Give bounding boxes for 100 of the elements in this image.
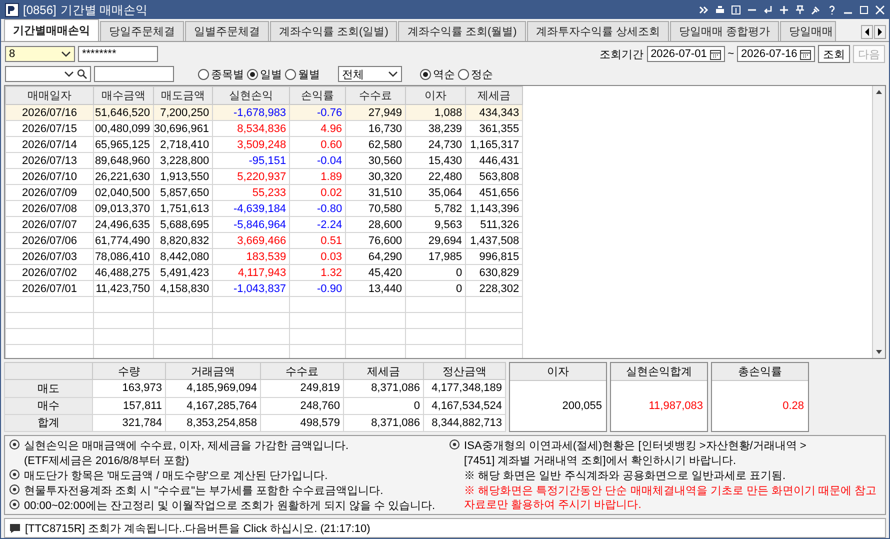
column-header: 수수료 <box>260 362 344 380</box>
row-header: 매수 <box>4 397 92 414</box>
maximize-icon[interactable] <box>859 5 869 15</box>
table-cell: 511,326 <box>466 216 523 232</box>
table-cell: 5,688,695 <box>154 216 213 232</box>
stock-search-field[interactable] <box>5 66 91 82</box>
table-cell[interactable]: 2026/07/16 <box>6 104 94 120</box>
table-cell: 630,829 <box>466 264 523 280</box>
radio-button[interactable] <box>247 68 258 80</box>
table-cell[interactable]: 2026/07/13 <box>6 152 94 168</box>
table-cell[interactable]: 2026/07/15 <box>6 120 94 136</box>
table-cell: 0 <box>406 264 466 280</box>
column-header[interactable]: 수수료 <box>346 86 406 104</box>
table-cell: -0.80 <box>290 200 346 216</box>
account-field[interactable]: 8 <box>5 46 75 62</box>
table-cell[interactable]: 2026/07/09 <box>6 184 94 200</box>
table-cell: 0 <box>344 397 424 414</box>
column-header[interactable]: 제세금 <box>466 86 523 104</box>
table-cell: 9,563 <box>406 216 466 232</box>
radio-button[interactable] <box>458 68 469 80</box>
table-cell: 163,973 <box>92 380 166 397</box>
table-cell: 4,167,534,524 <box>424 397 506 414</box>
table-cell: 1,165,317 <box>466 136 523 152</box>
type-dropdown[interactable]: 전체 <box>338 66 402 82</box>
end-date-field[interactable]: 2026-07-16 <box>737 46 815 62</box>
table-cell: 4,177,348,189 <box>424 380 506 397</box>
table-cell[interactable]: 2026/07/02 <box>6 264 94 280</box>
query-button[interactable]: 조회 <box>818 45 850 63</box>
date-separator: ~ <box>728 48 734 60</box>
table-cell[interactable]: 2026/07/03 <box>6 248 94 264</box>
table-cell: 1,913,550 <box>154 168 213 184</box>
column-header[interactable]: 실현손익 <box>212 86 290 104</box>
table-cell: -0.04 <box>290 152 346 168</box>
tab-left-icon[interactable] <box>861 25 873 39</box>
table-cell: 446,431 <box>466 152 523 168</box>
help-icon[interactable] <box>827 5 837 15</box>
column-header: 정산금액 <box>424 362 506 380</box>
table-cell: 28,600 <box>346 216 406 232</box>
table-cell: 1,751,613 <box>154 200 213 216</box>
column-header[interactable]: 매도금액 <box>154 86 213 104</box>
table-cell: 35,064 <box>406 184 466 200</box>
table-cell: 8,820,832 <box>154 232 213 248</box>
table-cell: 31,510 <box>346 184 406 200</box>
table-cell[interactable]: 2026/07/08 <box>6 200 94 216</box>
plus-icon[interactable] <box>779 5 789 15</box>
column-header[interactable]: 매수금액 <box>94 86 154 104</box>
table-cell: 61,774,490 <box>94 232 154 248</box>
app-logo-icon <box>5 3 19 17</box>
tab-right-icon[interactable] <box>874 25 886 39</box>
tab[interactable]: 당일매매 <box>780 21 836 41</box>
table-cell: 248,760 <box>260 397 344 414</box>
column-header[interactable]: 손익률 <box>290 86 346 104</box>
table-cell: 0.03 <box>290 248 346 264</box>
note-text: 00:00~02:00에는 잔고정리 및 이월작업으로 조회가 원활하게 되지 않을 수 있습니다. <box>24 499 436 513</box>
table-cell: 3,669,466 <box>212 232 290 248</box>
pin-icon[interactable] <box>795 5 805 15</box>
calendar-icon <box>800 48 812 60</box>
radio-button[interactable] <box>285 68 296 80</box>
password-field[interactable]: ******** <box>78 46 158 62</box>
column-header[interactable]: 매매일자 <box>6 86 94 104</box>
table-cell[interactable]: 2026/07/07 <box>6 216 94 232</box>
forward-icon[interactable] <box>699 5 709 15</box>
tab[interactable]: 당일매매 종합평가 <box>670 21 779 41</box>
table-cell[interactable]: 2026/07/10 <box>6 168 94 184</box>
table-cell: 8,344,882,713 <box>424 414 506 432</box>
interest-total: 200,055 <box>561 399 603 414</box>
column-header: 제세금 <box>344 362 424 380</box>
column-header: 수량 <box>92 362 166 380</box>
table-cell[interactable]: 2026/07/06 <box>6 232 94 248</box>
tab[interactable]: 계좌투자수익률 상세조회 <box>526 21 669 41</box>
tab[interactable]: 일별주문체결 <box>185 21 269 41</box>
table-cell: 0.02 <box>290 184 346 200</box>
tab[interactable]: 기간별매매손익 <box>4 19 99 41</box>
window-title: 기간별 매매손익 <box>60 2 148 18</box>
screen-code: [0856] <box>23 3 56 17</box>
tab[interactable]: 당일주문체결 <box>100 21 184 41</box>
table-cell: 0 <box>406 280 466 296</box>
table-cell[interactable]: 2026/07/01 <box>6 280 94 296</box>
table-cell: 45,420 <box>346 264 406 280</box>
period-label: 조회기간 <box>600 48 644 62</box>
table-cell: 157,811 <box>92 397 166 414</box>
table-cell: 65,965,125 <box>94 136 154 152</box>
tab[interactable]: 계좌수익률 조회(일별) <box>270 21 398 41</box>
table-cell: 3,228,800 <box>154 152 213 168</box>
stock-name-field[interactable] <box>94 66 174 82</box>
tab[interactable]: 계좌수익률 조회(월별) <box>398 21 526 41</box>
radio-button[interactable] <box>198 68 209 80</box>
table-cell: 8,371,086 <box>344 380 424 397</box>
table-cell: 321,784 <box>92 414 166 432</box>
radio-button[interactable] <box>420 68 431 80</box>
return-icon[interactable] <box>763 5 773 15</box>
table-cell: -95,151 <box>212 152 290 168</box>
start-date-field[interactable]: 2026-07-01 <box>646 46 725 62</box>
close-icon[interactable] <box>875 5 885 15</box>
table-cell: 8,442,080 <box>154 248 213 264</box>
table-cell[interactable]: 2026/07/14 <box>6 136 94 152</box>
table-cell: -1,678,983 <box>212 104 290 120</box>
column-header[interactable]: 이자 <box>406 86 466 104</box>
bullet-icon <box>9 484 20 495</box>
table-cell: 1.89 <box>290 168 346 184</box>
